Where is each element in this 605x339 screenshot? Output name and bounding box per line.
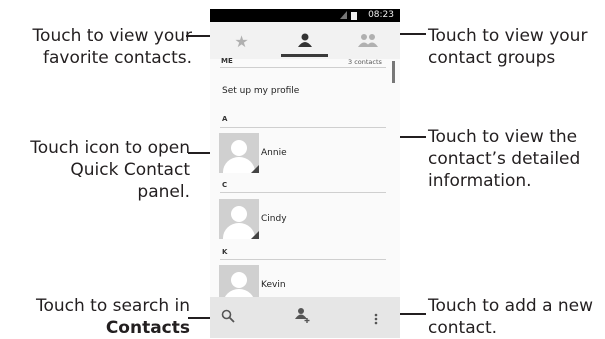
- setup-profile-item[interactable]: Set up my profile: [222, 86, 299, 96]
- tab-groups[interactable]: [336, 22, 399, 59]
- section-header-a: A: [222, 115, 228, 123]
- quick-contact-callout-line2: Quick Contact: [70, 160, 190, 180]
- add-contact-callout-line1: Touch to add a new: [428, 296, 594, 316]
- search-icon[interactable]: [221, 309, 235, 327]
- groups-callout-line1: Touch to view your: [428, 26, 588, 46]
- divider: [220, 127, 386, 128]
- add-contact-callout: Touch to add a new contact.: [428, 295, 605, 339]
- me-section-header: ME: [221, 57, 233, 65]
- contact-name-cindy[interactable]: Cindy: [261, 214, 287, 224]
- details-callout-line1: Touch to view the: [428, 127, 578, 147]
- details-callout: Touch to view the contact’s detailed inf…: [428, 126, 605, 192]
- favorites-callout-line2: favorite contacts.: [43, 48, 192, 68]
- quick-contact-callout-line1: Touch icon to open: [30, 138, 190, 158]
- contact-count: 3 contacts: [348, 58, 382, 66]
- favorites-callout: Touch to view your favorite contacts.: [0, 25, 192, 69]
- star-icon: ★: [234, 32, 249, 51]
- contact-name-annie[interactable]: Annie: [261, 148, 287, 158]
- divider: [220, 259, 386, 260]
- tab-favorites[interactable]: ★: [210, 22, 273, 59]
- details-callout-line2: contact’s detailed: [428, 149, 581, 169]
- bottom-action-bar: [210, 297, 400, 338]
- overflow-menu-icon[interactable]: [374, 311, 378, 329]
- selected-tab-indicator: [281, 54, 328, 57]
- person-icon: [273, 32, 336, 51]
- groups-callout-line2: contact groups: [428, 48, 556, 68]
- status-bar: 08:23: [210, 9, 400, 22]
- quick-contact-callout-line3: panel.: [137, 182, 190, 202]
- search-callout: Touch to search in Contacts: [0, 295, 190, 339]
- group-icon: [336, 32, 399, 51]
- battery-icon: [351, 12, 357, 20]
- contact-photo-annie[interactable]: [219, 133, 259, 173]
- details-callout-line3: information.: [428, 171, 532, 191]
- add-contact-icon[interactable]: [295, 307, 311, 327]
- contact-photo-cindy[interactable]: [219, 199, 259, 239]
- add-contact-callout-line2: contact.: [428, 318, 498, 338]
- status-time: 08:23: [368, 10, 394, 20]
- favorites-callout-line1: Touch to view your: [32, 26, 192, 46]
- groups-callout: Touch to view your contact groups: [428, 25, 605, 69]
- quick-contact-callout: Touch icon to open Quick Contact panel.: [0, 137, 190, 203]
- tab-bar: ★: [210, 22, 400, 59]
- tab-contacts[interactable]: [273, 22, 336, 59]
- search-callout-line2: Contacts: [105, 318, 190, 338]
- contact-name-kevin[interactable]: Kevin: [261, 280, 286, 290]
- scrollbar[interactable]: [392, 61, 395, 83]
- divider: [220, 192, 386, 193]
- phone-screen: 08:23 ★ ME 3 contacts Set up my profile …: [210, 9, 400, 338]
- search-callout-line1: Touch to search in: [35, 296, 190, 316]
- divider: [220, 67, 386, 68]
- section-header-k: K: [222, 248, 228, 256]
- section-header-c: C: [222, 181, 228, 189]
- signal-icon: [340, 11, 347, 19]
